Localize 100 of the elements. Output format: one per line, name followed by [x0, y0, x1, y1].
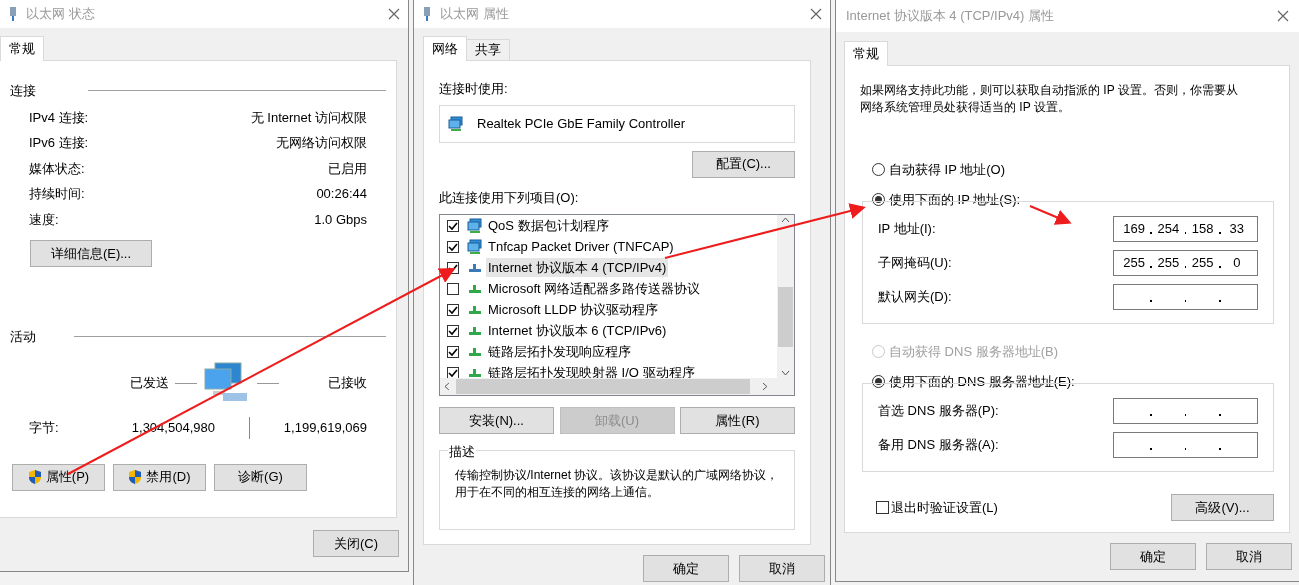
field-value: 00:26:44 [316, 185, 367, 203]
sent-label: 已发送 [130, 374, 169, 393]
network-icon [467, 217, 483, 234]
protocol-icon [469, 305, 481, 314]
button[interactable]: 确定 [643, 555, 729, 582]
field-value: 已启用 [328, 159, 367, 178]
ip-address-field[interactable]: 255 255 255 0 [1113, 249, 1258, 276]
section-label: 此连接使用下列项目(O): [439, 188, 580, 207]
description-text: 传输控制协议/Internet 协议。该协议是默认的广域网络协议，用于在不同的相互连接的网络上通信。 [455, 467, 779, 501]
radio-label: 自动获得 IP 地址(O) [889, 161, 1006, 179]
field-label: IPv6 连接: [29, 134, 89, 152]
checkmark-icon [448, 304, 458, 315]
window-title: Internet 协议版本 4 (TCP/IPv4) 属性 [846, 7, 1055, 26]
window-title: 以太网 状态 [26, 5, 95, 24]
field-label: 字节: [29, 418, 60, 437]
scroll-down-icon[interactable] [781, 370, 790, 376]
checkmark-icon [448, 325, 458, 336]
scroll-up-icon[interactable] [781, 217, 790, 223]
section-heading: 活动 [10, 328, 36, 346]
field-value: 无网络访问权限 [276, 134, 367, 152]
checkbox[interactable] [447, 345, 459, 358]
checkbox[interactable] [447, 324, 459, 337]
button[interactable]: 配置(C)... [692, 150, 795, 178]
radio-button[interactable] [872, 192, 885, 206]
network-icon [448, 115, 464, 132]
shield-icon [27, 469, 42, 485]
field-label: 子网掩码(U): [878, 253, 952, 272]
ip-address-field[interactable] [1113, 397, 1258, 424]
protocol-icon [469, 326, 481, 335]
field-label: 速度: [29, 210, 59, 229]
close-icon[interactable] [388, 8, 400, 20]
received-label: 已接收 [328, 374, 367, 393]
checkbox[interactable] [447, 219, 459, 232]
intro-text: 如果网络支持此功能，则可以获取自动指派的 IP 设置。否则，你需要从网络系统管理员处获得适当的 IP 设置。 [860, 82, 1239, 116]
network-adapter-icon [422, 6, 432, 22]
network-icon [467, 238, 483, 255]
field-value: 1,199,619,069 [283, 418, 367, 437]
field-label: 媒体状态: [29, 159, 85, 178]
adapter-name: Realtek PCIe GbE Family Controller [477, 114, 686, 133]
tab[interactable]: 常规 [0, 36, 44, 61]
tab[interactable]: 网络 [423, 36, 467, 61]
section-heading: 连接 [10, 82, 36, 100]
checkbox[interactable] [447, 303, 459, 316]
list-item[interactable]: Internet 协议版本 4 (TCP/IPv4) [486, 257, 669, 278]
protocol-icon [469, 368, 481, 377]
checkbox[interactable] [447, 240, 459, 253]
horizontal-scrollbar[interactable] [440, 378, 794, 395]
window-title: 以太网 属性 [440, 5, 509, 24]
scroll-right-icon[interactable] [761, 382, 768, 391]
ip-address-field[interactable]: 169 254 158 33 [1113, 215, 1258, 242]
button[interactable]: 详细信息(E)... [30, 240, 152, 267]
list-item[interactable]: QoS 数据包计划程序 [486, 215, 611, 236]
field-label: 备用 DNS 服务器(A): [878, 435, 999, 454]
ip-address-field[interactable] [1113, 431, 1258, 458]
button[interactable]: 禁用(D) [113, 463, 206, 491]
radio-label: 自动获得 DNS 服务器地址(B) [889, 343, 1058, 361]
field-value: 无 Internet 访问权限 [250, 108, 367, 127]
field-label: IP 地址(I): [878, 219, 936, 238]
radio-button[interactable] [872, 374, 885, 388]
list-item[interactable]: 链路层拓扑发现响应程序 [486, 341, 633, 362]
button[interactable]: 取消 [739, 555, 825, 582]
field-label: 首选 DNS 服务器(P): [878, 401, 999, 420]
tab[interactable]: 常规 [844, 41, 888, 66]
button[interactable]: 属性(P) [12, 463, 105, 491]
button[interactable]: 取消 [1206, 543, 1292, 570]
checkbox[interactable] [447, 366, 459, 378]
section-label: 连接时使用: [439, 80, 509, 98]
checkmark-icon [448, 346, 458, 357]
field-label: 持续时间: [29, 185, 85, 203]
list-item[interactable]: Microsoft LLDP 协议驱动程序 [486, 299, 661, 320]
list-item[interactable]: Internet 协议版本 6 (TCP/IPv6) [486, 320, 669, 341]
list-item[interactable]: 链路层拓扑发现映射器 I/O 驱动程序 [486, 362, 697, 378]
checkmark-icon [448, 220, 458, 231]
checkbox-label: 退出时验证设置(L) [891, 498, 998, 517]
checkbox[interactable] [876, 501, 889, 514]
list-item[interactable]: Microsoft 网络适配器多路传送器协议 [486, 278, 703, 299]
list-item[interactable]: Tnfcap Packet Driver (TNFCAP) [486, 236, 676, 257]
scroll-left-icon[interactable] [444, 382, 450, 391]
close-icon[interactable] [1277, 10, 1289, 22]
button[interactable]: 确定 [1110, 543, 1196, 570]
vertical-scrollbar[interactable] [777, 215, 794, 378]
checkmark-icon [448, 241, 458, 252]
close-icon[interactable] [810, 8, 822, 20]
shield-icon [128, 469, 143, 485]
field-value: 1.0 Gbps [314, 210, 367, 229]
network-adapter-icon [8, 6, 18, 22]
checkbox[interactable] [447, 282, 459, 295]
checkmark-icon [448, 367, 458, 378]
radio-button[interactable] [872, 163, 885, 177]
protocol-icon [469, 284, 481, 293]
ip-address-field[interactable] [1113, 283, 1258, 310]
button[interactable]: 诊断(G) [214, 463, 307, 491]
button[interactable]: 属性(R) [680, 407, 795, 434]
protocol-icon [469, 347, 481, 356]
field-label: IPv4 连接: [29, 108, 89, 127]
button[interactable]: 高级(V)... [1171, 494, 1274, 521]
button[interactable]: 关闭(C) [313, 530, 399, 557]
button[interactable]: 安装(N)... [439, 407, 554, 434]
tab[interactable]: 共享 [467, 39, 510, 61]
protocol-icon [469, 263, 481, 272]
